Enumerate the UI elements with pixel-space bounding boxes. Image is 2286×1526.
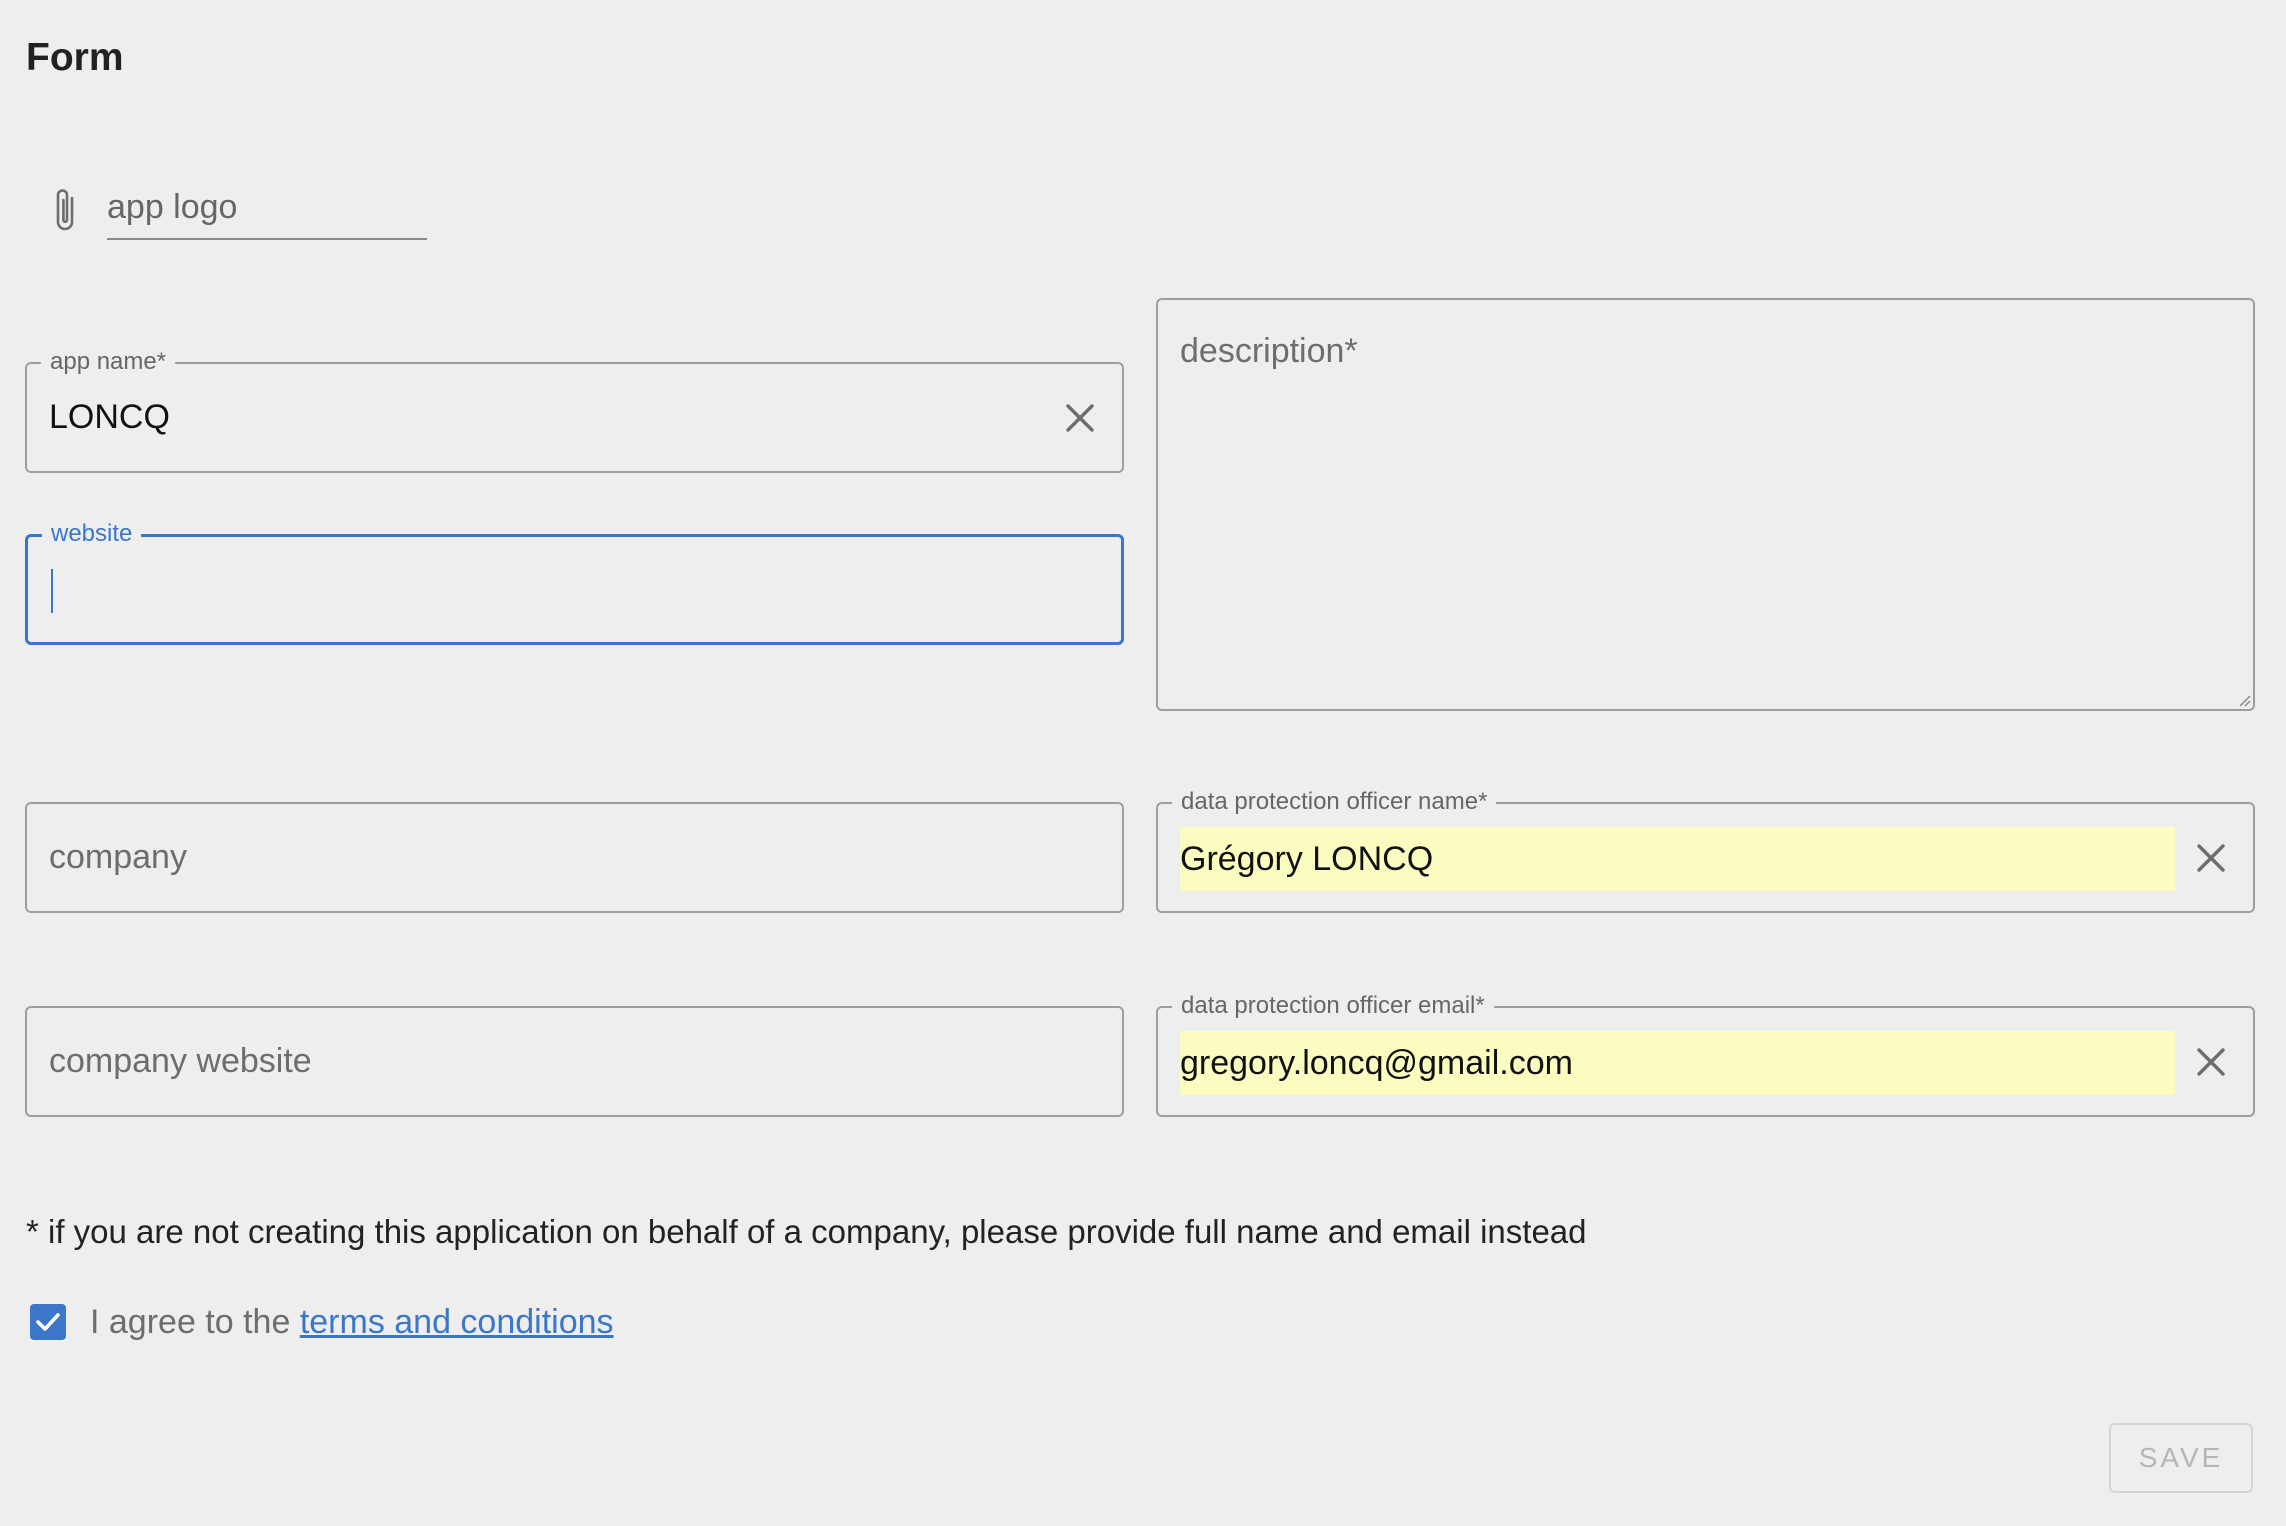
company-website-field[interactable]: company website — [25, 1006, 1124, 1117]
paperclip-icon[interactable] — [46, 184, 86, 236]
resize-handle-icon[interactable] — [2235, 691, 2251, 707]
description-placeholder: description* — [1180, 332, 1358, 370]
app-name-field[interactable]: app name* LONCQ — [25, 349, 1124, 473]
dpo-name-value: Grégory LONCQ — [1180, 827, 2175, 891]
website-label: website — [42, 521, 142, 547]
terms-text: I agree to the terms and conditions — [90, 1303, 614, 1342]
dpo-email-label: data protection officer email* — [1172, 993, 1494, 1019]
text-cursor — [51, 569, 53, 613]
checkmark-icon — [36, 1313, 60, 1331]
app-logo-field[interactable]: app logo — [107, 176, 427, 240]
company-website-placeholder: company website — [49, 1042, 312, 1080]
dpo-name-field[interactable]: data protection officer name* Grégory LO… — [1156, 789, 2255, 913]
app-logo-label: app logo — [107, 188, 238, 226]
page-title: Form — [26, 36, 124, 79]
app-logo-upload[interactable]: app logo — [46, 176, 427, 240]
close-icon[interactable] — [2193, 840, 2229, 876]
terms-agreement: I agree to the terms and conditions — [30, 1302, 614, 1342]
terms-prefix: I agree to the — [90, 1302, 300, 1341]
company-note: * if you are not creating this applicati… — [26, 1213, 1587, 1250]
dpo-name-label: data protection officer name* — [1172, 789, 1497, 815]
form-page: Form app logo app name* LONCQ website de… — [0, 0, 2286, 1526]
website-field[interactable]: website — [25, 521, 1124, 645]
company-placeholder: company — [49, 838, 187, 876]
dpo-email-value: gregory.loncq@gmail.com — [1180, 1031, 2175, 1095]
terms-link[interactable]: terms and conditions — [300, 1303, 614, 1341]
close-icon[interactable] — [1062, 400, 1098, 436]
app-name-value: LONCQ — [49, 398, 170, 436]
company-field[interactable]: company — [25, 802, 1124, 913]
dpo-email-field[interactable]: data protection officer email* gregory.l… — [1156, 993, 2255, 1117]
save-button[interactable]: SAVE — [2109, 1423, 2253, 1493]
description-textarea[interactable]: description* — [1156, 298, 2255, 711]
close-icon[interactable] — [2193, 1044, 2229, 1080]
terms-checkbox[interactable] — [30, 1304, 66, 1340]
